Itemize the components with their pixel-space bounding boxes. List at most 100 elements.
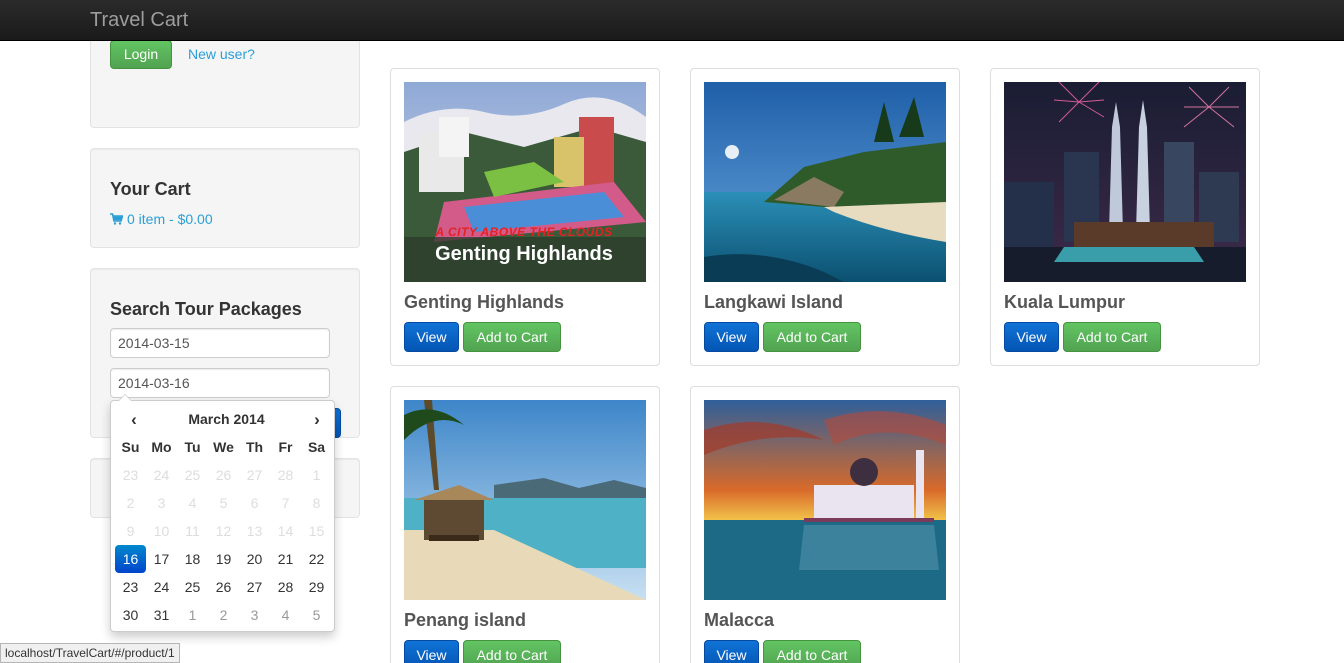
product-image bbox=[1004, 82, 1246, 282]
week-row: 23 24 25 26 27 28 1 bbox=[115, 461, 332, 489]
day-cell: 27 bbox=[246, 467, 263, 483]
datepicker-month-title[interactable]: March 2014 bbox=[149, 411, 304, 427]
prev-month-icon[interactable]: ‹ bbox=[119, 410, 149, 430]
product-image bbox=[404, 400, 646, 600]
product-title: Genting Highlands bbox=[404, 292, 564, 312]
day-cell[interactable]: 27 bbox=[239, 573, 270, 601]
day-cell[interactable]: 17 bbox=[146, 545, 177, 573]
cart-title: Your Cart bbox=[110, 179, 191, 199]
day-cell[interactable]: 21 bbox=[270, 545, 301, 573]
week-row: 30 31 1 2 3 4 5 bbox=[115, 601, 332, 629]
image-caption-top: A CITY ABOVE THE CLOUDS bbox=[435, 225, 613, 239]
product-title: Malacca bbox=[704, 610, 775, 630]
day-cell[interactable]: 22 bbox=[301, 545, 332, 573]
shopping-cart-icon bbox=[110, 213, 123, 225]
day-cell[interactable]: 30 bbox=[115, 601, 146, 629]
datepicker-header: ‹ March 2014 › bbox=[115, 409, 332, 431]
day-cell[interactable]: 24 bbox=[146, 573, 177, 601]
weekday-label: Mo bbox=[151, 439, 172, 455]
day-cell: 28 bbox=[277, 467, 294, 483]
cart-summary-link[interactable]: 0 item - $0.00 bbox=[110, 211, 213, 227]
datepicker-popup: ‹ March 2014 › Su Mo Tu We Th Fr Sa 23 2… bbox=[110, 394, 335, 632]
view-button[interactable]: View bbox=[404, 322, 459, 352]
week-row: 23 24 25 26 27 28 29 bbox=[115, 573, 332, 601]
day-cell: 25 bbox=[184, 467, 201, 483]
day-cell[interactable]: 23 bbox=[115, 573, 146, 601]
day-cell[interactable]: 1 bbox=[177, 601, 208, 629]
day-cell[interactable]: 20 bbox=[239, 545, 270, 573]
day-cell[interactable]: 2 bbox=[208, 601, 239, 629]
day-cell: 14 bbox=[277, 523, 294, 539]
day-cell[interactable]: 25 bbox=[177, 573, 208, 601]
product-title: Langkawi Island bbox=[704, 292, 844, 312]
product-card: Genting Highlands View Add to Cart bbox=[390, 68, 660, 366]
day-cell: 2 bbox=[126, 495, 135, 511]
day-cell: 1 bbox=[312, 467, 321, 483]
weekday-header: Su Mo Tu We Th Fr Sa bbox=[115, 439, 332, 455]
weekday-label: Su bbox=[121, 439, 140, 455]
add-to-cart-button[interactable]: Add to Cart bbox=[463, 640, 561, 663]
start-date-input[interactable] bbox=[110, 328, 330, 358]
weekday-label: Sa bbox=[307, 439, 326, 455]
week-row: 2 3 4 5 6 7 8 bbox=[115, 489, 332, 517]
day-cell-selected[interactable]: 16 bbox=[115, 545, 146, 573]
view-button[interactable]: View bbox=[404, 640, 459, 663]
product-title: Kuala Lumpur bbox=[1004, 292, 1126, 312]
product-image bbox=[704, 400, 946, 600]
day-cell: 13 bbox=[246, 523, 263, 539]
image-caption-bottom: Genting Highlands bbox=[435, 243, 613, 265]
add-to-cart-button[interactable]: Add to Cart bbox=[463, 322, 561, 352]
day-cell: 8 bbox=[312, 495, 321, 511]
new-user-link[interactable]: New user? bbox=[188, 46, 255, 62]
day-cell[interactable]: 28 bbox=[270, 573, 301, 601]
search-title: Search Tour Packages bbox=[110, 299, 302, 319]
day-cell[interactable]: 19 bbox=[208, 545, 239, 573]
day-cell: 12 bbox=[215, 523, 232, 539]
product-card: Kuala Lumpur View Add to Cart bbox=[990, 68, 1260, 366]
product-image bbox=[704, 82, 946, 282]
day-cell: 4 bbox=[188, 495, 197, 511]
weekday-label: We bbox=[213, 439, 234, 455]
add-to-cart-button[interactable]: Add to Cart bbox=[763, 640, 861, 663]
day-cell: 9 bbox=[126, 523, 135, 539]
day-cell[interactable]: 3 bbox=[239, 601, 270, 629]
login-button[interactable]: Login bbox=[110, 40, 172, 69]
cart-summary-text: 0 item - $0.00 bbox=[127, 211, 213, 227]
product-title: Penang island bbox=[404, 610, 527, 630]
day-cell: 7 bbox=[281, 495, 290, 511]
end-date-input[interactable] bbox=[110, 368, 330, 398]
day-cell[interactable]: 31 bbox=[146, 601, 177, 629]
weekday-label: Fr bbox=[278, 439, 293, 455]
product-card: Penang island View Add to Cart bbox=[390, 386, 660, 663]
view-button[interactable]: View bbox=[704, 640, 759, 663]
day-cell[interactable]: 26 bbox=[208, 573, 239, 601]
product-card: Malacca View Add to Cart bbox=[690, 386, 960, 663]
weekday-label: Th bbox=[245, 439, 264, 455]
day-cell: 10 bbox=[153, 523, 170, 539]
week-row: 9 10 11 12 13 14 15 bbox=[115, 517, 332, 545]
day-cell[interactable]: 5 bbox=[301, 601, 332, 629]
day-cell: 6 bbox=[250, 495, 259, 511]
top-navbar: Travel Cart bbox=[0, 0, 1344, 41]
day-cell: 26 bbox=[215, 467, 232, 483]
add-to-cart-button[interactable]: Add to Cart bbox=[1063, 322, 1161, 352]
day-cell[interactable]: 18 bbox=[177, 545, 208, 573]
day-cell: 15 bbox=[308, 523, 325, 539]
day-cell: 23 bbox=[122, 467, 139, 483]
view-button[interactable]: View bbox=[704, 322, 759, 352]
day-cell: 3 bbox=[157, 495, 166, 511]
week-row: 16 17 18 19 20 21 22 bbox=[115, 545, 332, 573]
weekday-label: Tu bbox=[184, 439, 201, 455]
brand-link[interactable]: Travel Cart bbox=[90, 9, 188, 32]
datepicker-days: 23 24 25 26 27 28 1 2 3 4 5 6 7 8 9 10 1… bbox=[115, 461, 332, 629]
next-month-icon[interactable]: › bbox=[302, 410, 332, 430]
browser-status-url: localhost/TravelCart/#/product/1 bbox=[0, 643, 180, 663]
day-cell[interactable]: 29 bbox=[301, 573, 332, 601]
view-button[interactable]: View bbox=[1004, 322, 1059, 352]
add-to-cart-button[interactable]: Add to Cart bbox=[763, 322, 861, 352]
product-card: Langkawi Island View Add to Cart bbox=[690, 68, 960, 366]
day-cell[interactable]: 4 bbox=[270, 601, 301, 629]
day-cell: 5 bbox=[219, 495, 228, 511]
cart-panel: Your Cart 0 item - $0.00 bbox=[90, 148, 360, 248]
day-cell: 11 bbox=[185, 523, 200, 539]
